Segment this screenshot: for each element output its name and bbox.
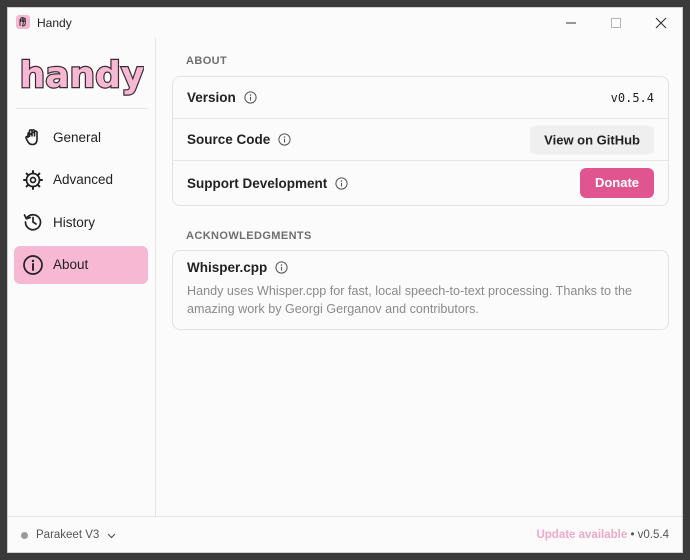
acknowledgment-text: Handy uses Whisper.cpp for fast, local s… [187,284,632,316]
view-on-github-button[interactable]: View on GitHub [530,125,654,154]
svg-text:handy: handy [20,55,144,96]
info-icon[interactable] [335,176,348,190]
app-window: Handy handy General Advanced History Abo… [7,7,683,553]
status-bar: Parakeet V3 Update available • v0.5.4 [8,516,682,552]
sidebar-nav: General Advanced History About [14,118,148,288]
sidebar: handy General Advanced History About [8,38,156,516]
version-value: v0.5.4 [610,90,654,105]
status-dot [21,531,28,539]
sidebar-item-about[interactable]: About [14,245,148,284]
donate-button[interactable]: Donate [579,168,654,198]
version-status: Update available • v0.5.4 [536,529,669,541]
model-name: Parakeet V3 [36,529,100,541]
about-card: Version v0.5.4 Source Code View on GitHu… [172,76,669,206]
logo-divider [16,108,148,109]
footer-version: v0.5.4 [637,529,669,541]
close-icon [655,17,667,29]
sidebar-item-advanced[interactable]: Advanced [14,161,148,199]
update-available-link[interactable]: Update available [536,529,627,541]
info-icon [22,254,44,276]
maximize-icon [611,18,621,28]
hand-icon [22,126,44,148]
window-title: Handy [37,16,72,30]
main-content: ABOUT Version v0.5.4 Source Code View on… [157,38,682,516]
close-button[interactable] [638,8,682,38]
acknowledgments-section-title: ACKNOWLEDGMENTS [186,230,312,242]
handy-logo: handy [20,54,144,97]
minimize-button[interactable] [548,8,594,38]
info-icon[interactable] [244,91,257,104]
whisper-title: Whisper.cpp [187,260,268,275]
version-label: Version [187,90,236,105]
info-icon[interactable] [278,133,291,146]
sidebar-item-label: History [53,214,96,230]
sidebar-item-history[interactable]: History [14,203,148,241]
separator-dot: • [630,529,635,541]
sidebar-item-label: About [53,257,89,272]
source-code-row: Source Code View on GitHub [173,119,668,161]
info-icon[interactable] [275,261,288,274]
acknowledgments-card: Whisper.cpp Handy uses Whisper.cpp for f… [172,250,669,330]
about-section-title: ABOUT [186,55,228,67]
chevron-down-icon [107,531,116,540]
history-icon [22,211,44,233]
sidebar-item-general[interactable]: General [14,118,148,156]
support-row: Support Development Donate [173,161,668,205]
version-row: Version v0.5.4 [173,77,668,119]
maximize-button[interactable] [593,8,639,38]
sidebar-item-label: General [53,129,102,145]
app-icon [16,15,30,29]
ack-header: Whisper.cpp [173,251,668,275]
sidebar-item-label: Advanced [53,172,114,187]
support-development-label: Support Development [187,175,328,191]
model-selector[interactable]: Parakeet V3 [21,529,116,541]
gear-icon [22,169,44,191]
title-bar: Handy [8,8,682,38]
source-code-label: Source Code [187,132,271,147]
minimize-icon [566,22,576,24]
